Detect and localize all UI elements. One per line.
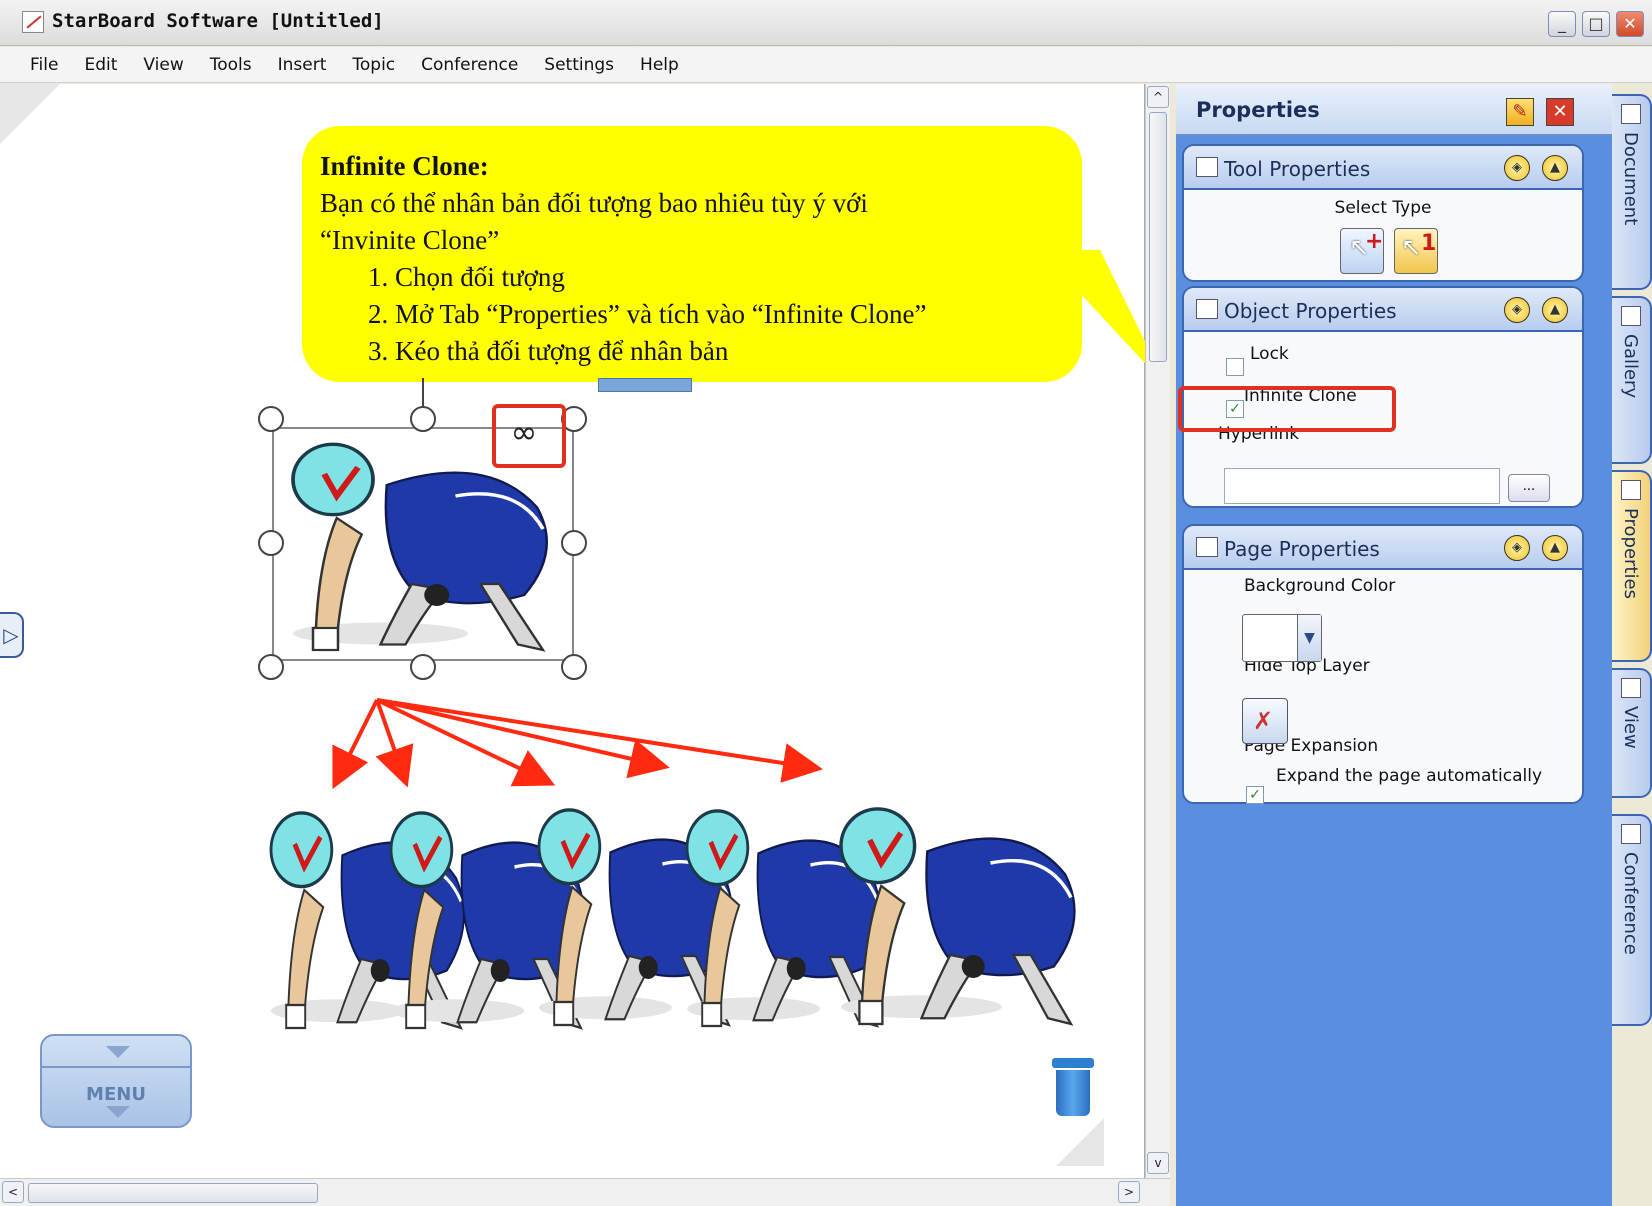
scroll-up-button[interactable]: ^ [1147,86,1169,108]
callout-infinite-clone: Infinite Clone: Bạn có thể nhân bản đối … [302,126,1082,382]
tool-properties-title: Tool Properties [1224,157,1371,181]
expand-page-checkbox[interactable]: ✓ [1246,786,1264,804]
properties-header: Properties ✎ ✕ [1176,84,1612,136]
tab-conference[interactable]: Conference [1612,814,1652,1026]
select-type-single-button[interactable]: ↖ 1 [1394,228,1438,274]
tab-conference-label: Conference [1620,852,1641,955]
close-panel-button[interactable]: ✕ [1546,98,1574,126]
move-section-icon[interactable]: ◈ [1504,155,1530,181]
page-properties-header[interactable]: Page Properties ◈ ▲ [1184,526,1582,570]
select-type-label: Select Type [1334,198,1432,218]
chevron-down-icon [106,1046,130,1058]
gallery-icon [1621,306,1641,326]
collapse-section-icon[interactable]: ▲ [1542,155,1568,181]
resize-handle[interactable] [561,654,587,680]
page-properties-title: Page Properties [1224,537,1380,561]
page-properties-section: Page Properties ◈ ▲ Background Color Hid… [1182,524,1584,804]
object-properties-header[interactable]: Object Properties ◈ ▲ [1184,288,1582,332]
resize-handle[interactable] [410,406,436,432]
trash-icon[interactable] [1052,1058,1094,1116]
view-icon [1621,678,1641,698]
resize-handle[interactable] [258,406,284,432]
vertical-scroll-thumb[interactable] [1149,112,1167,362]
callout-step: 1. Chọn đối tượng [368,262,565,292]
resize-handle[interactable] [258,530,284,556]
move-section-icon[interactable]: ◈ [1504,297,1530,323]
background-color-label: Background Color [1244,576,1396,596]
conference-icon [1621,824,1641,844]
menu-divider [42,1066,190,1068]
hidden-object[interactable] [598,378,692,392]
tab-document-label: Document [1620,132,1641,226]
callout-line-2: “Invinite Clone” [320,225,500,255]
menu-button[interactable]: MENU [40,1034,192,1128]
menu-button-label: MENU [86,1084,146,1105]
tab-properties-label: Properties [1620,508,1641,599]
select-type-add-button[interactable]: ↖ + [1340,228,1384,274]
plus-icon: + [1365,229,1384,254]
one-icon: 1 [1421,231,1437,256]
callout-step: 3. Kéo thả đối tượng để nhân bản [368,336,729,366]
tool-icon [1196,157,1218,177]
collapse-section-icon[interactable]: ▲ [1542,297,1568,323]
lock-checkbox[interactable] [1226,358,1244,376]
callout-steps: 1. Chọn đối tượng 2. Mở Tab “Properties”… [320,259,1060,370]
move-section-icon[interactable]: ◈ [1504,535,1530,561]
vertical-scrollbar[interactable]: ^ v [1145,84,1170,1178]
lock-label: Lock [1250,344,1289,364]
collapse-section-icon[interactable]: ▲ [1542,535,1568,561]
scroll-right-button[interactable]: > [1118,1181,1140,1203]
chevron-down-icon: ▼ [1297,615,1321,661]
properties-icon [1621,480,1641,500]
object-properties-title: Object Properties [1224,299,1397,323]
highlight-infinite-icon [492,404,566,468]
tab-gallery-label: Gallery [1620,334,1641,399]
panel-title: Properties [1196,98,1320,122]
tab-view-label: View [1620,706,1641,749]
pin-icon[interactable]: ✎ [1506,98,1534,126]
resize-handle[interactable] [410,654,436,680]
tab-gallery[interactable]: Gallery [1612,296,1652,464]
document-icon [1621,104,1641,124]
object-icon [1196,299,1218,319]
horizontal-scrollbar[interactable]: < > [0,1178,1170,1206]
trash-lid [1052,1058,1094,1068]
trash-body [1056,1070,1090,1116]
callout-line-1: Bạn có thể nhân bản đối tượng bao nhiêu … [320,188,868,218]
hyperlink-input[interactable] [1224,468,1500,504]
left-panel-toggle[interactable]: ▷ [0,612,24,658]
browse-hyperlink-button[interactable]: ... [1508,474,1550,502]
tool-properties-header[interactable]: Tool Properties ◈ ▲ [1184,146,1582,190]
hide-top-layer-button[interactable]: ✗ [1242,698,1288,744]
tab-properties[interactable]: Properties [1612,470,1652,662]
expand-label: Expand the page automatically [1276,766,1543,786]
callout-heading: Infinite Clone: [320,151,489,181]
tab-view[interactable]: View [1612,668,1652,798]
page-icon [1196,537,1218,557]
resize-handle[interactable] [561,530,587,556]
tab-document[interactable]: Document [1612,94,1652,290]
scroll-down-button[interactable]: v [1147,1152,1169,1174]
hide-layer-icon: ✗ [1253,707,1274,735]
callout-step: 2. Mở Tab “Properties” và tích vào “Infi… [368,299,927,329]
background-color-dropdown[interactable]: ▼ [1242,614,1322,662]
highlight-infinite-clone [1178,386,1396,432]
chevron-down-icon [106,1106,130,1118]
resize-handle[interactable] [258,654,284,680]
horizontal-scroll-thumb[interactable] [28,1183,318,1203]
cursor-icon: ↖ [1401,233,1422,261]
scroll-left-button[interactable]: < [2,1181,24,1203]
rotate-handle-stem [422,378,424,408]
